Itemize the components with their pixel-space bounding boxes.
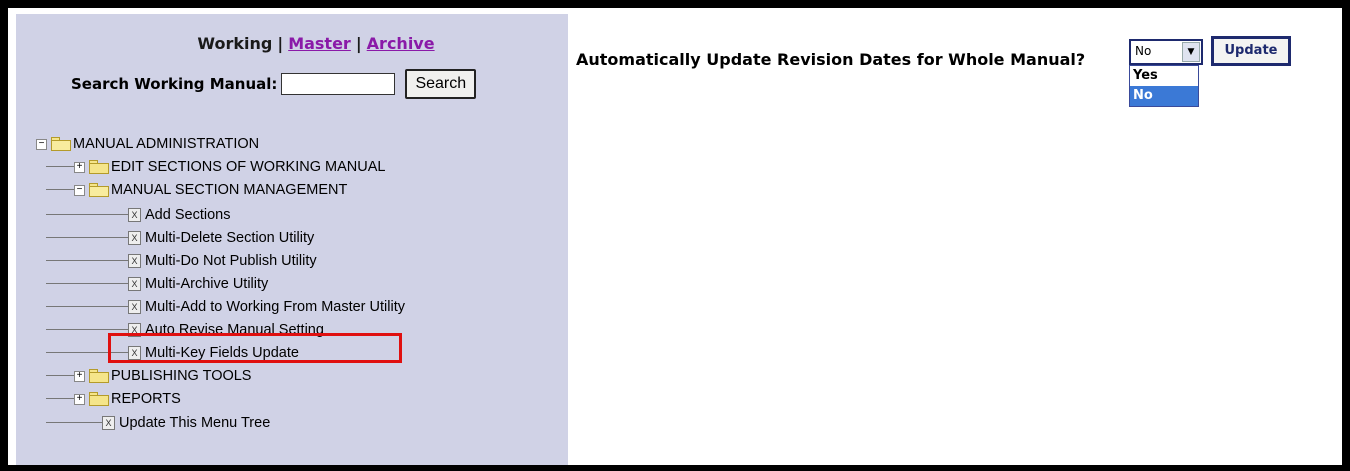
tree-node-reports[interactable]: + REPORTS <box>74 388 181 410</box>
search-label: Search Working Manual: <box>71 75 278 93</box>
tree-connector <box>46 166 74 167</box>
tree-connector <box>46 422 102 423</box>
tree-node-manual-administration[interactable]: − MANUAL ADMINISTRATION <box>36 133 259 155</box>
option-yes[interactable]: Yes <box>1130 66 1198 86</box>
document-icon: X <box>128 300 141 314</box>
tree-label: Multi-Archive Utility <box>145 276 269 292</box>
tree-item-multi-do-not-publish[interactable]: X Multi-Do Not Publish Utility <box>128 250 317 272</box>
nav-separator: | <box>355 34 362 53</box>
option-no[interactable]: No <box>1130 86 1198 106</box>
expand-icon[interactable]: + <box>74 370 85 382</box>
auto-update-question: Automatically Update Revision Dates for … <box>576 50 1086 69</box>
tree-label: EDIT SECTIONS OF WORKING MANUAL <box>111 159 386 175</box>
tree-node-section-management[interactable]: − MANUAL SECTION MANAGEMENT <box>74 179 347 201</box>
select-value: No <box>1135 44 1152 58</box>
tree-label: Update This Menu Tree <box>119 415 271 431</box>
tree-connector <box>46 306 128 307</box>
tree-label: Multi-Delete Section Utility <box>145 230 315 246</box>
highlight-box <box>108 333 402 363</box>
tree-label: MANUAL ADMINISTRATION <box>73 136 260 152</box>
auto-update-select[interactable]: No ▼ <box>1129 39 1203 65</box>
tree-item-update-menu-tree[interactable]: X Update This Menu Tree <box>102 412 270 434</box>
tree-item-multi-delete[interactable]: X Multi-Delete Section Utility <box>128 227 314 249</box>
tree-label: Add Sections <box>145 207 231 223</box>
collapse-icon[interactable]: − <box>36 138 47 150</box>
document-icon: X <box>128 254 141 268</box>
tree-connector <box>46 237 128 238</box>
tree-connector <box>46 189 74 190</box>
collapse-icon[interactable]: − <box>74 184 85 196</box>
folder-icon <box>89 392 109 406</box>
search-button[interactable]: Search <box>405 69 477 99</box>
nav-working: Working <box>197 34 273 53</box>
tree-node-edit-sections[interactable]: + EDIT SECTIONS OF WORKING MANUAL <box>74 156 385 178</box>
tree-item-multi-archive[interactable]: X Multi-Archive Utility <box>128 273 268 295</box>
update-button[interactable]: Update <box>1211 36 1291 66</box>
document-icon: X <box>128 208 141 222</box>
select-dropdown: Yes No <box>1129 65 1199 107</box>
open-folder-icon <box>51 137 71 151</box>
tree-connector <box>46 260 128 261</box>
tree-label: MANUAL SECTION MANAGEMENT <box>111 182 348 198</box>
nav-archive-link[interactable]: Archive <box>367 34 435 53</box>
tree-label: Multi-Add to Working From Master Utility <box>145 299 405 315</box>
expand-icon[interactable]: + <box>74 161 85 173</box>
app-frame: Working | Master | Archive Search Working Ma… <box>8 8 1342 465</box>
document-icon: X <box>128 231 141 245</box>
nav-separator: | <box>277 34 284 53</box>
tree-connector <box>46 398 74 399</box>
chevron-down-icon[interactable]: ▼ <box>1182 42 1200 62</box>
tree-label: PUBLISHING TOOLS <box>111 368 252 384</box>
tree-connector <box>46 283 128 284</box>
document-icon: X <box>128 277 141 291</box>
tree-connector <box>46 214 128 215</box>
open-folder-icon <box>89 183 109 197</box>
folder-icon <box>89 160 109 174</box>
left-panel: Working | Master | Archive Search Working Ma… <box>16 14 568 465</box>
folder-icon <box>89 369 109 383</box>
search-row: Search Working Manual: Search <box>71 69 477 99</box>
document-icon: X <box>102 416 115 430</box>
nav-master-link[interactable]: Master <box>288 34 351 53</box>
tree-item-multi-add-from-master[interactable]: X Multi-Add to Working From Master Utili… <box>128 296 405 318</box>
tree-node-publishing-tools[interactable]: + PUBLISHING TOOLS <box>74 365 251 387</box>
search-input[interactable] <box>281 73 396 95</box>
tree-label: Multi-Do Not Publish Utility <box>145 253 317 269</box>
main-panel: Automatically Update Revision Dates for … <box>568 8 1342 465</box>
expand-icon[interactable]: + <box>74 393 85 405</box>
tree-connector <box>46 375 74 376</box>
tree-label: REPORTS <box>111 391 181 407</box>
tree-item-add-sections[interactable]: X Add Sections <box>128 204 230 226</box>
manual-nav: Working | Master | Archive <box>156 34 476 53</box>
tree-connector <box>46 329 128 330</box>
